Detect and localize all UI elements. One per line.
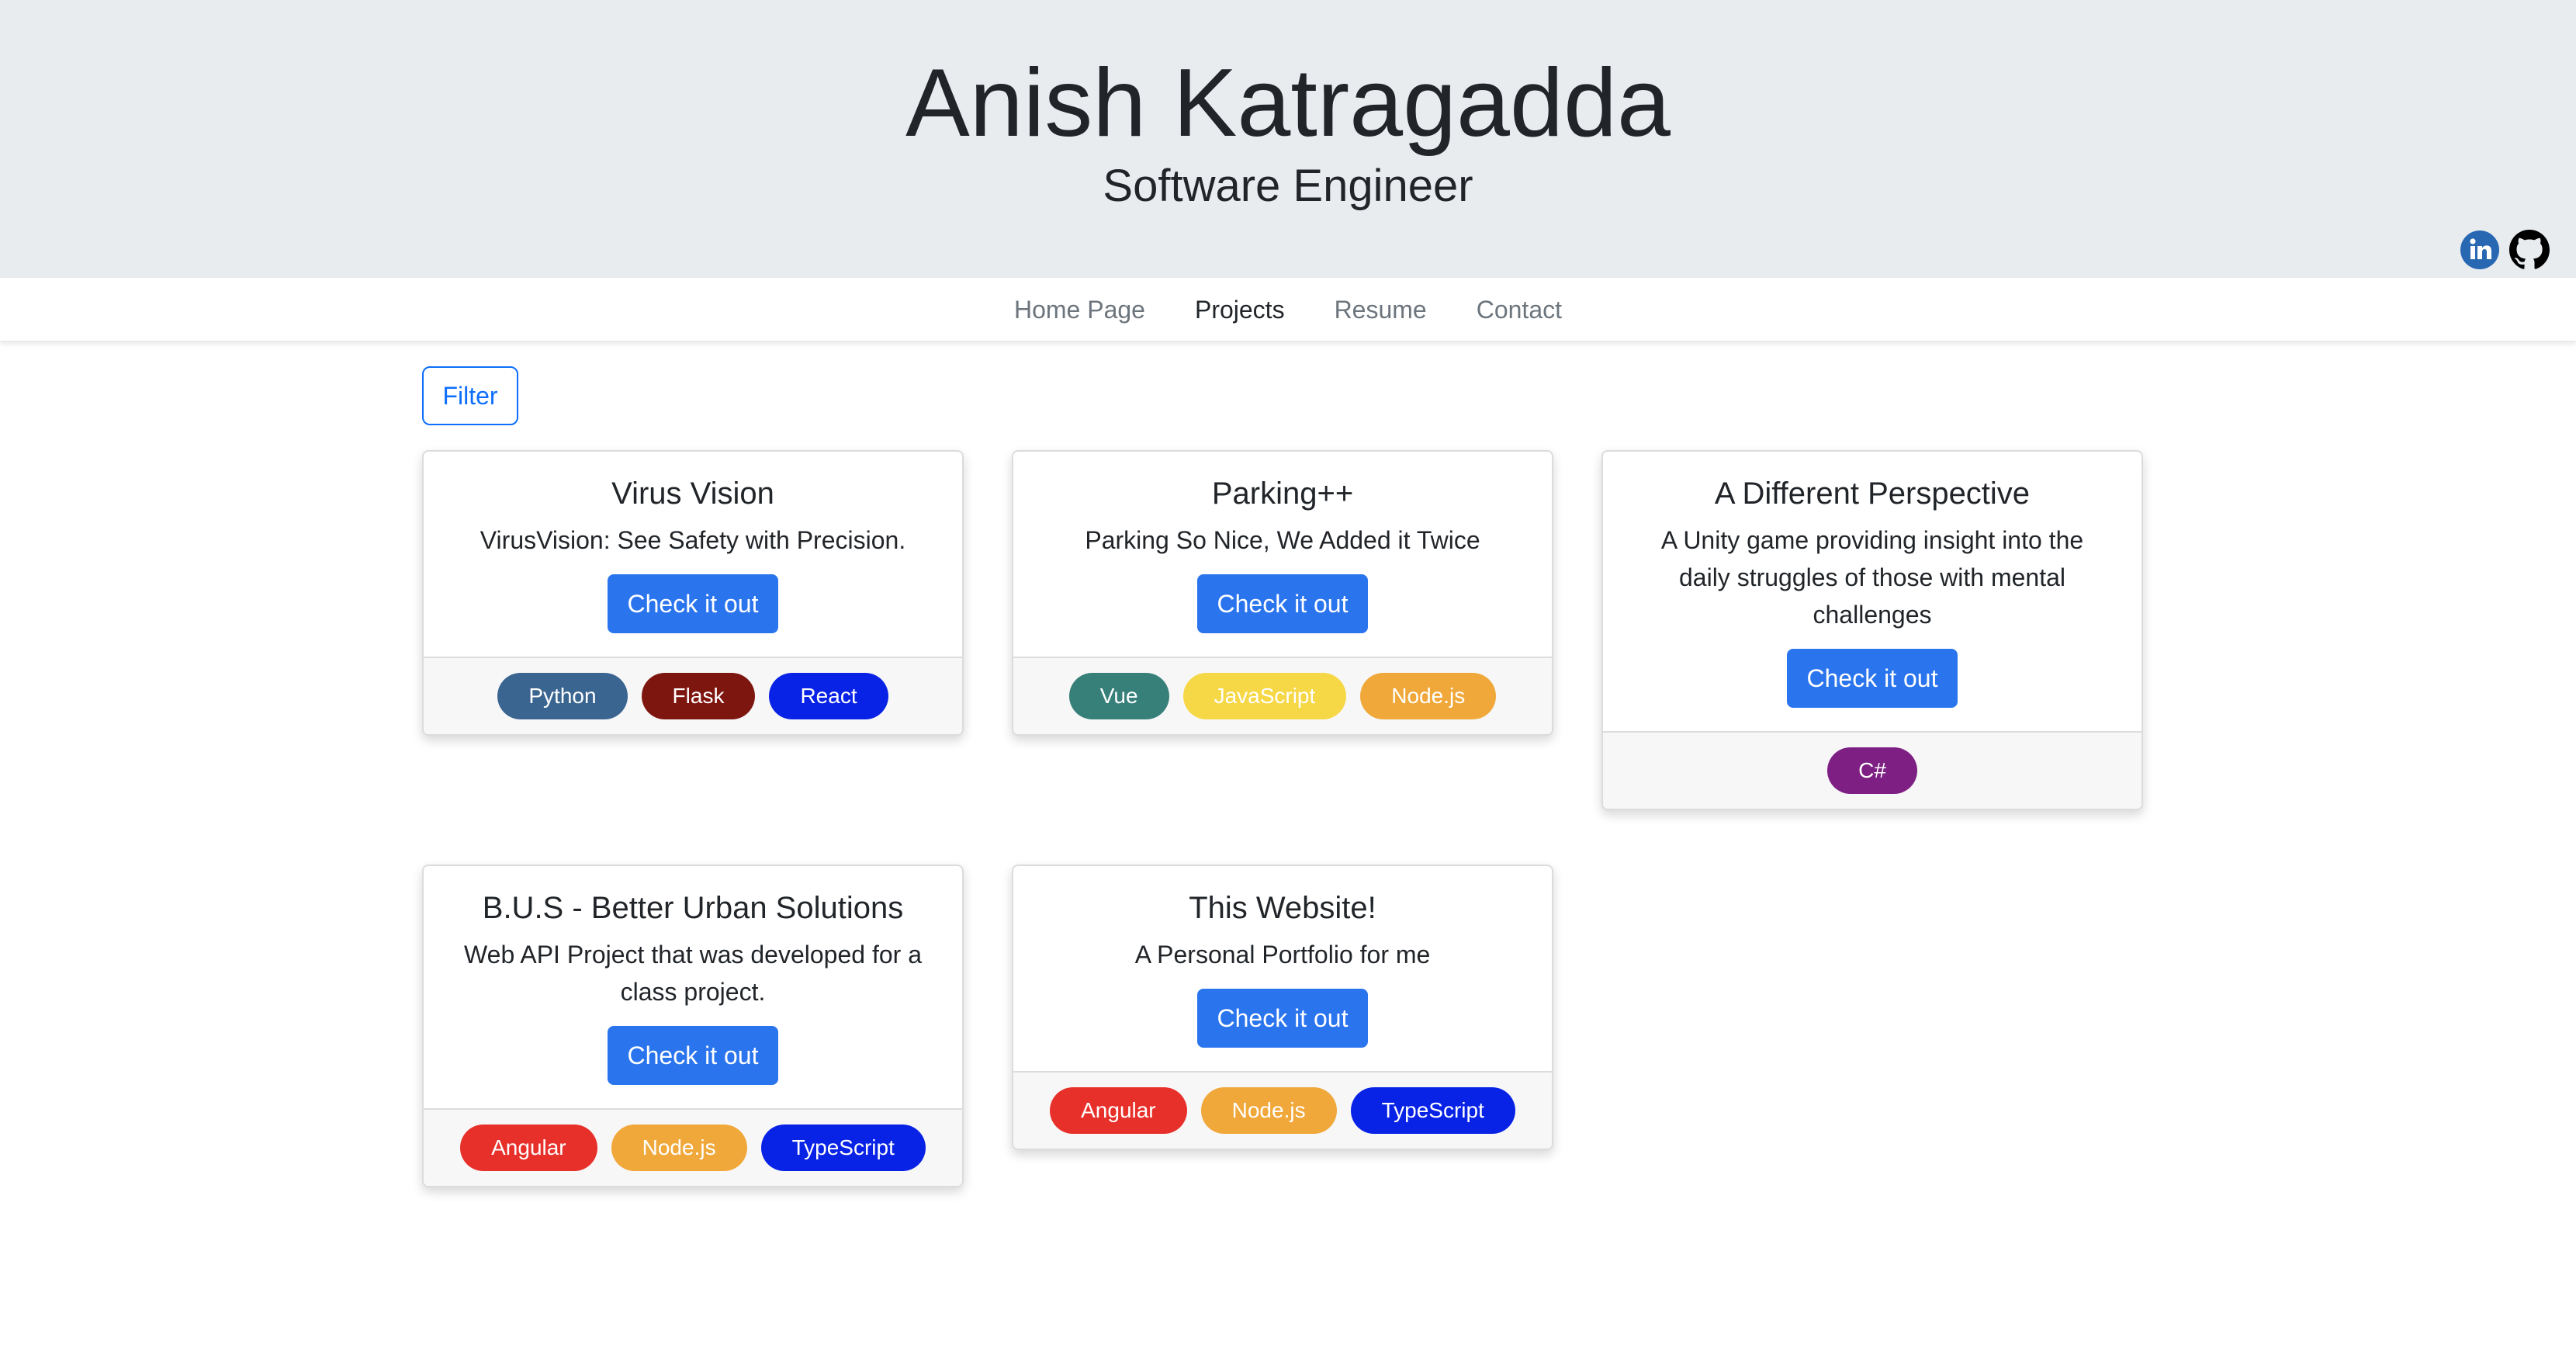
project-title: Parking++ (1211, 477, 1354, 511)
nav-resume[interactable]: Resume (1335, 278, 1427, 341)
tag-badge[interactable]: Node.js (611, 1125, 747, 1171)
github-link[interactable] (2509, 230, 2550, 270)
project-tags: Angular Node.js TypeScript (424, 1108, 962, 1186)
project-card: Parking++ Parking So Nice, We Added it T… (1012, 450, 1553, 736)
tag-badge[interactable]: Python (497, 673, 628, 719)
linkedin-link[interactable] (2460, 230, 2500, 270)
check-it-out-button[interactable]: Check it out (607, 574, 779, 633)
project-description: Parking So Nice, We Added it Twice (1085, 526, 1480, 554)
tag-badge[interactable]: Flask (641, 673, 756, 719)
page-subtitle: Software Engineer (1103, 161, 1473, 211)
project-title: This Website! (1189, 891, 1376, 925)
github-icon (2509, 230, 2550, 269)
project-title: A Different Perspective (1714, 477, 2031, 511)
project-card: B.U.S - Better Urban Solutions Web API P… (422, 865, 964, 1187)
project-title: B.U.S - Better Urban Solutions (482, 891, 904, 925)
tag-badge[interactable]: TypeScript (760, 1125, 926, 1171)
project-card: Virus Vision VirusVision: See Safety wit… (422, 450, 964, 736)
tag-badge[interactable]: TypeScript (1350, 1087, 1515, 1134)
nav-projects[interactable]: Projects (1195, 278, 1285, 341)
project-description: Web API Project that was developed for a… (464, 941, 922, 1006)
nav-home[interactable]: Home Page (1014, 278, 1145, 341)
tag-badge[interactable]: C# (1827, 747, 1917, 794)
nav-contact[interactable]: Contact (1477, 278, 1562, 341)
tag-badge[interactable]: Node.js (1200, 1087, 1337, 1134)
tag-badge[interactable]: JavaScript (1182, 673, 1347, 719)
project-tags: Python Flask React (424, 657, 962, 734)
check-it-out-button[interactable]: Check it out (607, 1026, 779, 1085)
project-description: VirusVision: See Safety with Precision. (480, 526, 906, 554)
tag-badge[interactable]: Vue (1068, 673, 1169, 719)
check-it-out-button[interactable]: Check it out (1196, 574, 1369, 633)
project-description: A Personal Portfolio for me (1134, 941, 1431, 969)
check-it-out-button[interactable]: Check it out (1786, 649, 1958, 708)
linkedin-icon (2460, 230, 2499, 269)
page-title: Anish Katragadda (905, 50, 1671, 157)
project-tags: Angular Node.js TypeScript (1013, 1071, 1552, 1149)
tag-badge[interactable]: React (769, 673, 888, 719)
page-header: Anish Katragadda Software Engineer (0, 0, 2576, 278)
project-card: A Different Perspective A Unity game pro… (1601, 450, 2143, 810)
tag-badge[interactable]: Node.js (1360, 673, 1497, 719)
check-it-out-button[interactable]: Check it out (1196, 989, 1369, 1048)
project-description: A Unity game providing insight into the … (1660, 526, 2084, 629)
project-card: This Website! A Personal Portfolio for m… (1012, 865, 1553, 1150)
tag-badge[interactable]: Angular (460, 1125, 597, 1171)
project-tags: Vue JavaScript Node.js (1013, 657, 1552, 734)
project-tags: C# (1603, 731, 2141, 809)
filter-button[interactable]: Filter (422, 366, 518, 425)
tag-badge[interactable]: Angular (1050, 1087, 1187, 1134)
project-title: Virus Vision (611, 477, 774, 511)
main-nav: Home Page Projects Resume Contact (0, 278, 2576, 341)
